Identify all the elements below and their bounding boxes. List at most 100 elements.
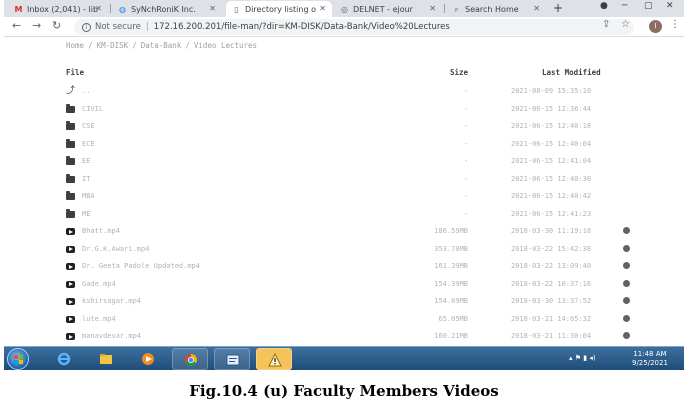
new-tab-button[interactable]: + bbox=[553, 1, 563, 15]
info-icon[interactable] bbox=[623, 244, 630, 252]
file-name[interactable]: EE bbox=[82, 157, 90, 165]
file-name[interactable]: Dr.G.K.Awari.mp4 bbox=[82, 245, 149, 253]
file-name[interactable]: CIVIL bbox=[82, 105, 103, 113]
info-icon[interactable] bbox=[623, 314, 630, 322]
folder-row[interactable]: IT - 2021-06-15 12:40:30 bbox=[4, 173, 684, 189]
info-icon[interactable] bbox=[623, 279, 630, 287]
breadcrumb-km-disk[interactable]: KM-DISK bbox=[97, 41, 129, 50]
file-size: - bbox=[463, 139, 468, 148]
file-row[interactable]: Gade.mp4 154.39MB 2018-03-22 10:37:16 bbox=[4, 278, 684, 294]
file-size: 160.21MB bbox=[434, 332, 468, 340]
column-header-file[interactable]: File bbox=[66, 68, 84, 77]
file-modified: 2021-06-15 12:41:23 bbox=[511, 209, 592, 218]
search-icon: ⌕ bbox=[454, 4, 459, 14]
gmail-icon: M bbox=[14, 4, 23, 14]
file-name[interactable]: .. bbox=[82, 87, 90, 95]
info-icon[interactable] bbox=[623, 262, 630, 269]
taskbar-powerpoint[interactable] bbox=[214, 348, 250, 370]
close-icon[interactable]: ✕ bbox=[95, 4, 102, 13]
file-name[interactable]: kshirsagar.mp4 bbox=[82, 297, 141, 305]
tab-gmail[interactable]: M Inbox (2,041) - lib ✕ bbox=[8, 1, 108, 17]
breadcrumb-data-bank[interactable]: Data-Bank bbox=[141, 41, 182, 50]
file-row[interactable]: kshirsagar.mp4 154.69MB 2018-03-30 13:37:5… bbox=[4, 295, 684, 311]
taskbar-file-explorer[interactable] bbox=[88, 348, 124, 370]
info-icon[interactable] bbox=[623, 227, 630, 234]
file-name[interactable]: manavdevar.mp4 bbox=[82, 332, 141, 340]
windows-logo-icon bbox=[14, 355, 23, 364]
folder-row[interactable]: CIVIL - 2021-06-15 12:36:44 bbox=[4, 103, 684, 119]
file-row[interactable]: Bhatt.mp4 186.59MB 2018-03-30 11:19:18 bbox=[4, 225, 684, 241]
tab-delnet[interactable]: ◎ DELNET - ejour ✕ bbox=[334, 1, 442, 17]
file-row[interactable]: Dr.G.K.Awari.mp4 353.70MB 2018-03-22 15:42… bbox=[4, 243, 684, 259]
close-window-icon[interactable]: ✕ bbox=[666, 1, 674, 11]
close-icon[interactable]: ✕ bbox=[209, 4, 216, 13]
video-file-icon bbox=[66, 263, 75, 270]
reload-icon[interactable]: ↻ bbox=[52, 19, 61, 32]
folder-row[interactable]: ME - 2021-06-15 12:41:23 bbox=[4, 208, 684, 224]
file-size: - bbox=[463, 87, 468, 95]
bookmark-star-icon[interactable]: ☆ bbox=[621, 19, 630, 30]
file-size: 154.39MB bbox=[434, 279, 468, 288]
column-header-last-modified[interactable]: Last Modified bbox=[542, 68, 601, 77]
tab-title: Inbox (2,041) - lib bbox=[27, 4, 99, 14]
menu-dots-icon[interactable]: ⋮ bbox=[670, 19, 680, 30]
info-icon[interactable]: i bbox=[82, 22, 91, 32]
taskbar-internet-explorer[interactable] bbox=[46, 348, 82, 370]
file-modified: 2021-06-15 12:41:04 bbox=[511, 157, 592, 165]
close-icon[interactable]: ✕ bbox=[319, 4, 326, 13]
folder-row[interactable]: EE - 2021-06-15 12:41:04 bbox=[4, 155, 684, 171]
directory-listing-page: Home / KM-DISK / Data-Bank / Video Lectures Fi… bbox=[4, 38, 684, 346]
info-icon[interactable] bbox=[623, 297, 630, 304]
file-name[interactable]: MBA bbox=[82, 192, 95, 200]
taskbar-chrome[interactable] bbox=[172, 348, 208, 370]
taskbar-media-player[interactable] bbox=[130, 348, 166, 370]
info-icon[interactable] bbox=[623, 332, 630, 339]
folder-icon bbox=[66, 208, 75, 218]
minimize-icon[interactable]: ─ bbox=[622, 1, 627, 11]
profile-avatar[interactable]: I bbox=[649, 20, 662, 33]
file-name[interactable]: IT bbox=[82, 175, 90, 183]
folder-row[interactable]: ECE - 2021-06-15 12:40:04 bbox=[4, 138, 684, 154]
clock-date: 9/25/2021 bbox=[632, 359, 668, 367]
file-modified: 2018-03-22 13:09:40 bbox=[511, 262, 592, 270]
maximize-icon[interactable]: ▢ bbox=[644, 1, 653, 11]
file-row[interactable]: lute.mp4 65.05MB 2018-03-21 14:05:32 bbox=[4, 313, 684, 329]
file-name[interactable]: Dr. Geeta Padole Updated.mp4 bbox=[82, 262, 200, 270]
folder-icon bbox=[66, 173, 75, 183]
share-icon[interactable]: ⇪ bbox=[602, 19, 610, 30]
parent-directory-row[interactable]: ⤴.. - 2021-08-09 15:35:10 bbox=[4, 85, 684, 101]
close-icon[interactable]: ✕ bbox=[429, 4, 436, 13]
taskbar-warning-app[interactable] bbox=[256, 348, 292, 370]
video-file-icon bbox=[66, 298, 75, 305]
file-name[interactable]: ECE bbox=[82, 140, 95, 148]
file-name[interactable]: Gade.mp4 bbox=[82, 280, 116, 288]
tab-search-home[interactable]: ⌕ Search Home ✕ bbox=[446, 1, 546, 17]
tab-directory-listing[interactable]: ▯ Directory listing o ✕ bbox=[226, 1, 332, 17]
ovals-icon: ◍ bbox=[119, 4, 126, 14]
address-bar[interactable]: i Not secure | 172.16.200.201/file-man/?… bbox=[74, 19, 634, 35]
folder-row[interactable]: MBA - 2021-06-15 12:40:42 bbox=[4, 190, 684, 206]
back-arrow-icon[interactable]: ← bbox=[12, 19, 21, 32]
file-row[interactable]: manavdevar.mp4 160.21MB 2018-03-21 11:30:0… bbox=[4, 330, 684, 346]
close-icon[interactable]: ✕ bbox=[533, 4, 540, 13]
tab-search-icon[interactable]: ● bbox=[600, 1, 608, 11]
column-header-size[interactable]: Size bbox=[444, 68, 468, 77]
file-name[interactable]: ME bbox=[82, 210, 90, 218]
file-size: - bbox=[463, 209, 468, 218]
system-tray[interactable]: ▴ ⚑ ▮ ◂) bbox=[569, 354, 596, 362]
file-modified: 2018-03-21 14:05:32 bbox=[511, 314, 592, 323]
file-size: - bbox=[463, 104, 468, 113]
taskbar-clock[interactable]: 11:48 AM 9/25/2021 bbox=[632, 350, 668, 368]
file-row[interactable]: Dr. Geeta Padole Updated.mp4 161.39MB 2018… bbox=[4, 260, 684, 276]
tab-title: DELNET - ejour bbox=[353, 4, 413, 14]
file-size: 353.70MB bbox=[434, 244, 468, 253]
file-size: - bbox=[463, 192, 468, 200]
file-name[interactable]: CSE bbox=[82, 122, 95, 130]
forward-arrow-icon[interactable]: → bbox=[32, 19, 41, 32]
tab-synchronik[interactable]: ◍ SyNchRoniK Inc. ✕ bbox=[112, 1, 222, 17]
start-button[interactable] bbox=[7, 348, 29, 370]
folder-row[interactable]: CSE - 2021-06-15 12:40:18 bbox=[4, 120, 684, 136]
file-name[interactable]: Bhatt.mp4 bbox=[82, 227, 120, 235]
breadcrumb-home[interactable]: Home bbox=[66, 41, 84, 50]
file-name[interactable]: lute.mp4 bbox=[82, 315, 116, 323]
